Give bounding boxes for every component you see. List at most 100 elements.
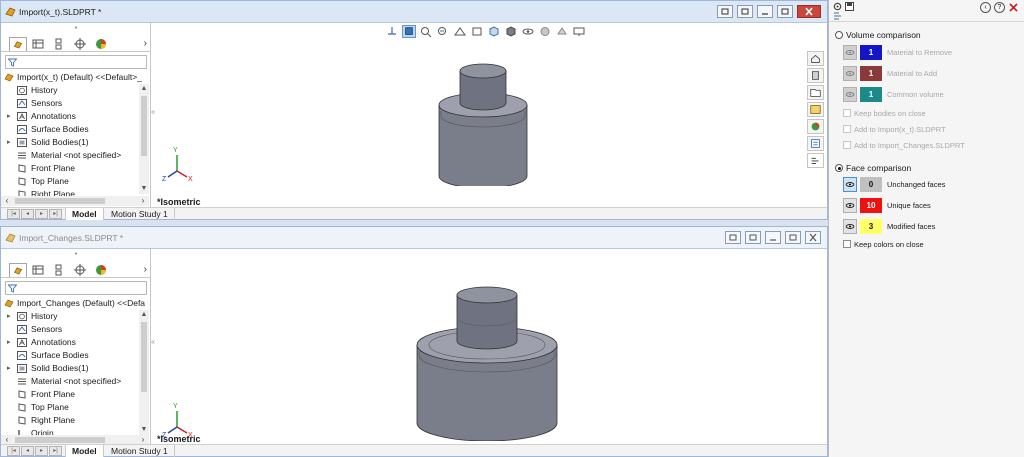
tree-item-surface-bodies[interactable]: Surface Bodies [7, 123, 135, 136]
zoom-area-icon[interactable] [419, 25, 433, 38]
view-settings-icon[interactable] [572, 25, 586, 38]
tree-vertical-scrollbar[interactable]: ▲ ▼ [139, 310, 149, 435]
hide-show-items-icon[interactable] [521, 25, 535, 38]
chevron-right-icon[interactable]: › [144, 264, 147, 275]
document-window-import-changes[interactable]: Import_Changes.SLDPRT * • › Import_Chang… [0, 226, 828, 457]
tree-vertical-scrollbar[interactable]: ▲ ▼ [139, 84, 149, 194]
tree-root-part[interactable]: Import(x_t) (Default) <<Default>_ [4, 71, 148, 84]
tree-item-top-plane[interactable]: Top Plane [7, 401, 135, 414]
view-orientation-icon[interactable] [385, 25, 399, 38]
scroll-right-icon[interactable]: › [138, 196, 148, 206]
chevron-right-icon[interactable]: › [144, 38, 147, 49]
solidworks-resources-icon[interactable] [807, 51, 824, 66]
tree-item-sensors[interactable]: Sensors [7, 323, 135, 336]
color-swatch[interactable]: 0 [860, 177, 882, 192]
tree-filter-input[interactable] [5, 55, 147, 69]
tree-item-material[interactable]: Material <not specified> [7, 375, 135, 388]
next-tab-icon[interactable]: ▸ [35, 209, 48, 219]
part-model-bottom[interactable] [413, 283, 561, 441]
volume-comparison-option[interactable]: Volume comparison [835, 30, 921, 40]
color-swatch[interactable]: 1 [860, 66, 882, 81]
gear-icon[interactable] [833, 2, 842, 11]
keep-bodies-checkbox[interactable]: Keep bodies on close [843, 109, 926, 120]
close-icon[interactable] [1008, 2, 1019, 13]
tab-model[interactable]: Model [65, 208, 104, 220]
color-swatch[interactable]: 1 [860, 87, 882, 102]
tree-item-front-plane[interactable]: Front Plane [7, 162, 135, 175]
prev-window-button[interactable] [717, 5, 733, 18]
dimxpert-manager-tab-icon[interactable] [71, 37, 89, 51]
design-library-icon[interactable] [807, 68, 824, 83]
face-comparison-option[interactable]: Face comparison [835, 163, 911, 173]
tree-item-annotations[interactable]: ▸ Annotations [7, 336, 135, 349]
tree-item-solid-bodies[interactable]: ▸ Solid Bodies(1) [7, 136, 135, 149]
color-swatch[interactable]: 3 [860, 219, 882, 234]
display-manager-tab-icon[interactable] [92, 263, 110, 277]
scroll-thumb[interactable] [141, 322, 147, 392]
close-button[interactable] [797, 5, 821, 18]
minimize-button[interactable] [765, 231, 781, 244]
expand-arrow[interactable]: ▸ [7, 110, 15, 123]
part-model-top[interactable] [433, 61, 533, 186]
scroll-thumb[interactable] [15, 198, 105, 204]
back-arrow-icon[interactable]: ‹ [980, 2, 991, 13]
tab-motion-study[interactable]: Motion Study 1 [105, 445, 175, 457]
tree-root-part[interactable]: Import_Changes (Default) <<Defa [4, 297, 148, 310]
zoom-to-fit-icon[interactable] [402, 25, 416, 38]
eye-icon[interactable] [843, 219, 857, 234]
restore-button[interactable] [777, 5, 793, 18]
feature-manager-tab-icon[interactable] [9, 37, 27, 51]
file-explorer-icon[interactable] [807, 85, 824, 100]
property-manager-tab-icon[interactable] [29, 37, 47, 51]
configuration-manager-tab-icon[interactable] [50, 263, 68, 277]
display-manager-tab-icon[interactable] [92, 37, 110, 51]
view-orientation-cube-icon[interactable] [487, 25, 501, 38]
keep-colors-checkbox[interactable]: Keep colors on close [843, 240, 924, 251]
edit-appearance-icon[interactable] [538, 25, 552, 38]
scroll-up-icon[interactable]: ▲ [139, 310, 149, 320]
graphics-area[interactable]: Y X Z *Isometric [155, 249, 827, 444]
eye-icon[interactable] [843, 66, 857, 81]
eye-icon[interactable] [843, 198, 857, 213]
tree-item-annotations[interactable]: ▸ Annotations [7, 110, 135, 123]
tab-model[interactable]: Model [65, 445, 104, 457]
checkbox-box[interactable] [843, 141, 851, 149]
tab-motion-study[interactable]: Motion Study 1 [105, 208, 175, 220]
scroll-thumb[interactable] [141, 96, 147, 156]
compare-tool-icon[interactable] [807, 153, 824, 168]
close-button[interactable] [805, 231, 821, 244]
tree-item-history[interactable]: ▸ History [7, 310, 135, 323]
prev-window-button[interactable] [725, 231, 741, 244]
scroll-up-icon[interactable]: ▲ [139, 84, 149, 94]
color-swatch[interactable]: 1 [860, 45, 882, 60]
display-style-icon[interactable] [504, 25, 518, 38]
tree-item-history[interactable]: History [7, 84, 135, 97]
next-tab-icon[interactable]: ▸ [35, 446, 48, 456]
face-comparison-radio[interactable] [835, 164, 843, 172]
section-view-icon[interactable] [453, 25, 467, 38]
restore-button[interactable] [785, 231, 801, 244]
panel-grip[interactable]: • [1, 249, 151, 261]
configuration-manager-tab-icon[interactable] [50, 37, 68, 51]
tree-item-sensors[interactable]: Sensors [7, 97, 135, 110]
view-palette-icon[interactable] [807, 102, 824, 117]
prev-tab-icon[interactable]: ◂ [21, 209, 34, 219]
expand-arrow[interactable]: ▸ [7, 136, 15, 149]
expand-arrow[interactable]: ▸ [7, 336, 15, 349]
feature-manager-tab-icon[interactable] [9, 263, 27, 277]
apply-scene-icon[interactable] [555, 25, 569, 38]
expand-arrow[interactable]: ▸ [7, 362, 15, 375]
add-to-import-changes-checkbox[interactable]: Add to Import_Changes.SLDPRT [843, 141, 965, 152]
previous-view-icon[interactable] [436, 25, 450, 38]
checkbox-box[interactable] [843, 125, 851, 133]
tree-item-top-plane[interactable]: Top Plane [7, 175, 135, 188]
tree-item-material[interactable]: Material <not specified> [7, 149, 135, 162]
prev-tab-icon[interactable]: ◂ [21, 446, 34, 456]
dynamic-annotation-icon[interactable] [470, 25, 484, 38]
tree-item-front-plane[interactable]: Front Plane [7, 388, 135, 401]
next-window-button[interactable] [745, 231, 761, 244]
first-tab-icon[interactable]: |◂ [7, 209, 20, 219]
help-icon[interactable]: ? [994, 2, 1005, 13]
eye-icon[interactable] [843, 177, 857, 192]
scroll-down-icon[interactable]: ▼ [139, 425, 149, 435]
